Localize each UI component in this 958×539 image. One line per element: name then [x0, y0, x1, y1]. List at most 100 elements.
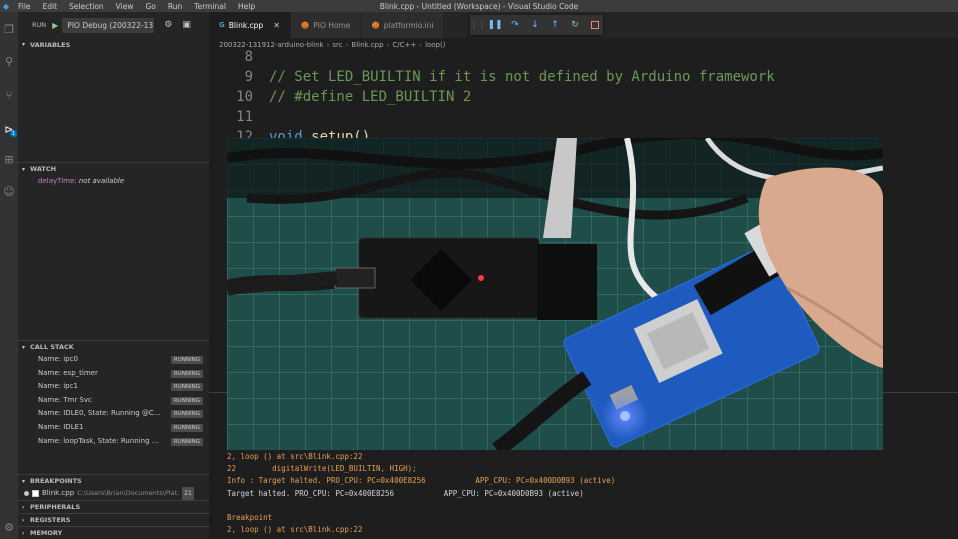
call-stack-thread[interactable]: Name: Tmr Svc RUNNING	[18, 394, 209, 408]
code-line: 11	[209, 107, 958, 127]
breakpoints-title: BREAKPOINTS	[30, 477, 82, 486]
drag-handle-icon[interactable]: ⋮⋮	[470, 18, 486, 32]
source-control-icon[interactable]: ⑂	[2, 88, 16, 102]
memory-section-header[interactable]: › MEMORY	[18, 526, 209, 539]
menu-file[interactable]: File	[12, 2, 37, 11]
tab-pio-home[interactable]: ☻ PIO Home	[290, 12, 362, 38]
title-bar: ◆ File Edit Selection View Go Run Terminal Help…	[0, 0, 958, 12]
thread-status-badge: RUNNING	[170, 410, 203, 419]
thread-name: Name: loopTask, State: Running ...	[38, 436, 159, 445]
activity-bar: ❐ ⚲ ⑂ ⊳ 1 ⊞ ☺ ⚙	[0, 12, 18, 539]
platformio-icon[interactable]: ☺	[2, 184, 16, 198]
menu-help[interactable]: Help	[232, 2, 261, 11]
thread-status-badge: RUNNING	[170, 356, 203, 364]
chevron-down-icon: ▾	[22, 477, 26, 485]
breakpoint-line-badge: 21	[182, 487, 194, 501]
breakpoints-section-header[interactable]: ▾ BREAKPOINTS	[18, 474, 209, 488]
call-stack-thread[interactable]: Name: esp_timer RUNNING	[18, 367, 209, 381]
registers-title: REGISTERS	[30, 516, 71, 525]
tab-label: Blink.cpp	[228, 20, 264, 30]
menu-view[interactable]: View	[110, 2, 140, 11]
chevron-down-icon: ▾	[22, 165, 26, 173]
launch-config-select[interactable]: PIO Debug (200322-13	[62, 17, 155, 33]
menu-go[interactable]: Go	[139, 2, 161, 11]
vscode-logo-icon: ◆	[2, 1, 10, 11]
watch-section-header[interactable]: ▾ WATCH	[18, 162, 209, 175]
step-out-icon[interactable]: ↑	[548, 18, 562, 32]
breakpoint-path: C:\Users\Brian\Documents\Plat...	[77, 489, 180, 498]
code-line: 8	[209, 47, 958, 67]
breakpoint-file: Blink.cpp	[42, 489, 75, 498]
stop-button[interactable]	[588, 18, 602, 32]
registers-section-header[interactable]: › REGISTERS	[18, 513, 209, 527]
debug-badge: 1	[10, 130, 17, 137]
breakpoint-item[interactable]: Blink.cpp C:\Users\Brian\Documents\Plat.…	[18, 487, 209, 501]
watch-title: WATCH	[30, 165, 57, 173]
breakpoint-checkbox[interactable]	[32, 490, 39, 498]
thread-status-badge: RUNNING	[170, 396, 203, 405]
call-stack-thread[interactable]: Name: ipc1 RUNNING	[18, 380, 209, 394]
console-line: Info : Target halted. PRO_CPU: PC=0x400E…	[227, 476, 616, 486]
call-stack-title: CALL STACK	[30, 343, 74, 351]
watch-value: not available	[78, 177, 125, 185]
call-stack-section-header[interactable]: ▾ CALL STACK	[18, 340, 209, 353]
call-stack-thread[interactable]: Name: loopTask, State: Running ... RUNNIN…	[18, 435, 209, 449]
code-line: 10 // #define LED_BUILTIN 2	[209, 87, 958, 107]
step-over-icon[interactable]: ↷	[508, 18, 522, 32]
call-stack-thread[interactable]: Name: IDLE1 RUNNING	[18, 421, 209, 435]
debug-launch-bar: RUN ▶ PIO Debug (200322-13 ⚙ ▣	[18, 12, 209, 38]
debug-sidebar: RUN ▶ PIO Debug (200322-13 ⚙ ▣ ▾ VARIABL…	[18, 12, 209, 539]
code-text: // #define LED_BUILTIN 2	[269, 89, 472, 105]
run-label: RUN	[32, 21, 47, 29]
explorer-icon[interactable]: ❐	[2, 22, 16, 36]
esp32-board-photo	[227, 138, 883, 450]
thread-name: Name: ipc0	[38, 355, 78, 363]
watch-item[interactable]: delayTime: not available	[18, 175, 209, 187]
c-icon: G	[219, 21, 225, 29]
extensions-icon[interactable]: ⊞	[2, 152, 16, 166]
thread-status-badge: RUNNING	[170, 369, 203, 378]
settings-gear-icon[interactable]: ⚙	[2, 520, 16, 534]
line-number: 11	[236, 109, 253, 125]
code-line: 9 // Set LED_BUILTIN if it is not defined…	[209, 67, 958, 87]
tab-blink-cpp[interactable]: G Blink.cpp ✕	[209, 12, 291, 38]
tab-platformio-ini[interactable]: ☻ platformio.ini	[361, 12, 445, 38]
variables-section-header[interactable]: ▾ VARIABLES	[18, 38, 209, 51]
menu-selection[interactable]: Selection	[63, 2, 110, 11]
thread-name: Name: IDLE1	[38, 422, 84, 431]
menu-run[interactable]: Run	[162, 2, 188, 11]
line-number: 9	[244, 69, 253, 85]
run-debug-icon[interactable]: ⊳ 1	[2, 122, 17, 137]
peripherals-section-header[interactable]: › PERIPHERALS	[18, 500, 209, 514]
memory-title: MEMORY	[30, 529, 63, 538]
chevron-down-icon: ▾	[22, 343, 26, 351]
step-into-icon[interactable]: ↓	[528, 18, 542, 32]
chevron-right-icon: ›	[22, 516, 25, 524]
console-line: 2, loop () at src\Blink.cpp:22	[227, 525, 363, 535]
pause-icon[interactable]: ❚❚	[487, 18, 502, 32]
thread-name: Name: IDLE0, State: Running @C...	[38, 409, 161, 418]
menu-terminal[interactable]: Terminal	[188, 2, 232, 11]
gear-icon[interactable]: ⚙	[164, 20, 172, 30]
call-stack-thread[interactable]: Name: ipc0 RUNNING	[18, 353, 209, 367]
overlay-photo	[227, 138, 883, 450]
restart-icon[interactable]: ↻	[568, 18, 582, 32]
chevron-right-icon: ›	[22, 529, 25, 537]
search-icon[interactable]: ⚲	[2, 54, 16, 68]
thread-status-badge: RUNNING	[170, 423, 203, 432]
tab-label: platformio.ini	[383, 20, 434, 30]
call-stack-thread[interactable]: Name: IDLE0, State: Running @C... RUNNING	[18, 407, 209, 421]
debug-console-icon[interactable]: ▣	[182, 20, 191, 30]
console-line: Target halted. PRO_CPU: PC=0x400E8256 AP…	[227, 488, 584, 498]
console-line: 22 digitalWrite(LED_BUILTIN, HIGH);	[227, 464, 417, 474]
menu-edit[interactable]: Edit	[37, 2, 64, 11]
call-stack-list: Name: ipc0 RUNNING Name: esp_timer RUNNING N…	[18, 353, 209, 448]
watch-panel	[18, 187, 209, 340]
breakpoint-dot-icon	[24, 491, 29, 497]
thread-status-badge: RUNNING	[170, 383, 203, 392]
close-icon[interactable]: ✕	[273, 21, 280, 30]
console-line: 2, loop () at src\Blink.cpp:22	[227, 452, 363, 461]
thread-status-badge: RUNNING	[170, 437, 203, 446]
start-debugging-icon[interactable]: ▶	[52, 21, 58, 30]
pio-icon: ☻	[300, 20, 310, 30]
